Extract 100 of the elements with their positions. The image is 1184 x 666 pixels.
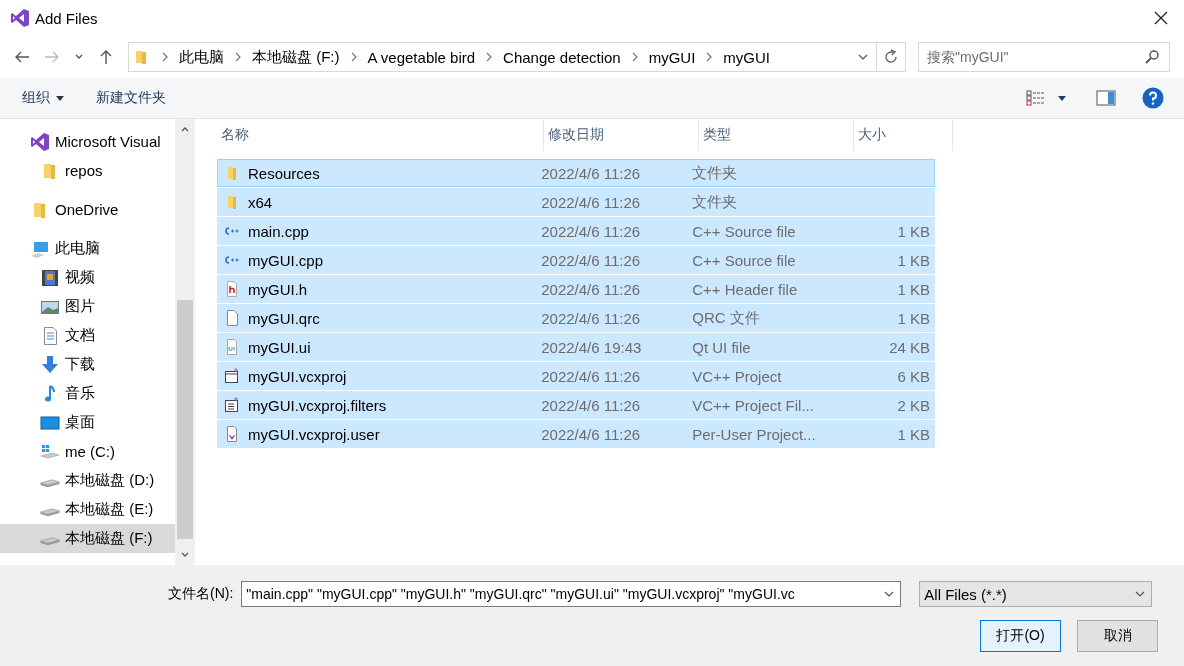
help-icon[interactable] — [1142, 87, 1164, 109]
size-cell: 6 KB — [897, 367, 930, 385]
breadcrumb[interactable]: Change detection — [503, 48, 621, 66]
type-cell-text: C++ Source file — [691, 222, 797, 240]
file-row[interactable]: Resources 2022/4/6 11:26 文件夹 — [217, 159, 935, 187]
size-cell: 1 KB — [897, 309, 930, 327]
open-button[interactable]: 打开(O) — [980, 620, 1061, 652]
caret-icon[interactable] — [56, 95, 64, 101]
new-folder-button[interactable]: 新建文件夹 — [96, 89, 166, 107]
project-file-icon — [224, 368, 240, 384]
breadcrumb[interactable]: 此电脑 — [179, 47, 224, 67]
file-row[interactable]: myGUI.cpp 2022/4/6 11:26 C++ Source file 1 KB — [217, 246, 935, 274]
dropdown-chevron-icon[interactable] — [884, 589, 895, 599]
type-cell-text: C++ Source file — [691, 251, 797, 269]
filename-label: 文件名(N): — [168, 585, 234, 603]
date-cell-text: 2022/4/6 11:26 — [540, 280, 642, 298]
file-name: myGUI.ui — [248, 338, 311, 356]
address-bar[interactable]: 此电脑 本地磁盘 (F:) A vegetable bird Change detection myGUI myGUI — [128, 42, 906, 72]
file-name: main.cpp — [248, 222, 309, 240]
type-cell-text: C++ Header file — [691, 280, 799, 298]
file-row[interactable]: myGUI.vcxproj.user 2022/4/6 11:26 Per-User Project... 1 KB — [217, 420, 935, 448]
sidebar-item[interactable]: 本地磁盘 (D:) — [0, 466, 175, 495]
column-header[interactable]: 名称 — [217, 119, 544, 151]
file-name: myGUI.qrc — [248, 309, 320, 327]
date-cell-text: 2022/4/6 11:26 — [540, 222, 642, 240]
organize-button[interactable]: 组织 — [22, 89, 50, 107]
chevron-icon — [630, 52, 639, 62]
view-options-icon[interactable] — [1026, 90, 1046, 106]
type-cell-text: VC++ Project Fil... — [691, 396, 815, 414]
drive-icon — [40, 479, 60, 488]
cancel-button[interactable]: 取消 — [1077, 620, 1158, 652]
size-cell: 1 KB — [897, 251, 930, 269]
file-row[interactable]: myGUI.vcxproj.filters 2022/4/6 11:26 VC++ Project Fil... 2 KB — [217, 391, 935, 419]
chevron-icon — [705, 52, 714, 62]
sidebar-item[interactable]: 文档 — [0, 321, 175, 350]
file-name: Resources — [248, 164, 320, 182]
app-logo-icon — [30, 131, 50, 152]
sidebar-item[interactable]: OneDrive — [0, 195, 175, 224]
breadcrumb[interactable]: A vegetable bird — [367, 48, 476, 66]
chevron-icon — [485, 52, 494, 62]
breadcrumb[interactable]: 本地磁盘 (F:) — [252, 47, 340, 67]
preview-pane-icon[interactable] — [1096, 90, 1116, 106]
breadcrumb[interactable]: myGUI — [648, 48, 696, 66]
file-row[interactable]: myGUI.qrc 2022/4/6 11:26 QRC 文件 1 KB — [217, 304, 935, 332]
scrollbar[interactable] — [175, 119, 195, 565]
size-cell: 1 KB — [897, 222, 930, 240]
column-header[interactable]: 大小 — [854, 119, 953, 151]
app-logo-icon — [10, 8, 30, 28]
date-cell-text: 2022/4/6 11:26 — [540, 396, 642, 414]
sidebar-item[interactable]: 桌面 — [0, 408, 175, 437]
date-cell-text: 2022/4/6 11:26 — [540, 193, 642, 211]
close-icon[interactable] — [1154, 11, 1168, 25]
file-row[interactable]: myGUI.h 2022/4/6 11:26 C++ Header file 1 KB — [217, 275, 935, 303]
file-type-dropdown[interactable]: All Files (*.*) — [919, 581, 1153, 607]
file-row[interactable]: myGUI.vcxproj 2022/4/6 11:26 VC++ Project 6 KB — [217, 362, 935, 390]
sidebar-item[interactable]: 音乐 — [0, 379, 175, 408]
date-cell-text: 2022/4/6 19:43 — [540, 338, 643, 356]
back-arrow-icon[interactable] — [14, 49, 30, 65]
film-icon — [40, 267, 60, 288]
breadcrumb[interactable]: myGUI — [723, 48, 770, 66]
sidebar-item[interactable]: 本地磁盘 (F:) — [0, 524, 175, 553]
sidebar-item[interactable]: 视频 — [0, 263, 175, 292]
file-row[interactable]: main.cpp 2022/4/6 11:26 C++ Source file 1 KB — [217, 217, 935, 245]
file-name: myGUI.cpp — [248, 251, 323, 269]
type-cell-text: Per-User Project... — [691, 425, 817, 443]
column-header[interactable]: 类型 — [699, 119, 854, 151]
chevron-icon — [234, 52, 242, 62]
sidebar-item[interactable]: Microsoft Visual — [0, 127, 175, 156]
sidebar-item[interactable]: 下载 — [0, 350, 175, 379]
sidebar-item[interactable]: me (C:) — [0, 437, 175, 466]
sidebar-item[interactable]: 本地磁盘 (E:) — [0, 495, 175, 524]
file-name: myGUI.h — [248, 280, 308, 298]
search-field[interactable]: 搜索"myGUI" — [918, 42, 1170, 72]
type-cell-text: 文件夹 — [691, 192, 739, 212]
file-row[interactable]: myGUI.ui 2022/4/6 19:43 Qt UI file 24 KB — [217, 333, 935, 361]
dropdown-chevron-icon[interactable] — [858, 52, 868, 62]
up-arrow-icon[interactable] — [98, 49, 114, 65]
sidebar-item[interactable]: 图片 — [0, 292, 175, 321]
refresh-icon — [883, 49, 899, 65]
file-name: myGUI.vcxproj.filters — [248, 396, 387, 414]
size-cell: 1 KB — [897, 280, 930, 298]
file-row[interactable]: x64 2022/4/6 11:26 文件夹 — [217, 188, 935, 216]
type-cell-text: QRC 文件 — [691, 308, 761, 328]
sidebar-item[interactable]: repos — [0, 156, 175, 185]
column-header[interactable]: 修改日期 — [544, 119, 699, 151]
project-user-file-icon — [224, 426, 240, 442]
drive-icon — [40, 537, 60, 546]
sidebar-item[interactable]: 此电脑 — [0, 234, 175, 263]
file-name: myGUI.vcxproj.user — [248, 425, 380, 443]
down-arrow-icon — [40, 354, 60, 375]
filename-field[interactable]: "main.cpp" "myGUI.cpp" "myGUI.h" "myGUI.qrc" "myGUI.ui" "myGUI.vcxproj" "myGUI.vc — [241, 581, 902, 607]
chevron-icon — [161, 52, 169, 62]
file-name: myGUI.vcxproj — [248, 367, 347, 385]
window-title: Add Files — [35, 9, 99, 27]
blank-file-icon — [224, 310, 240, 326]
date-cell-text: 2022/4/6 11:26 — [540, 164, 642, 182]
chevron-icon — [349, 52, 358, 62]
header-file-icon — [224, 281, 240, 297]
caret-icon[interactable] — [1058, 95, 1066, 101]
date-cell-text: 2022/4/6 11:26 — [540, 251, 642, 269]
